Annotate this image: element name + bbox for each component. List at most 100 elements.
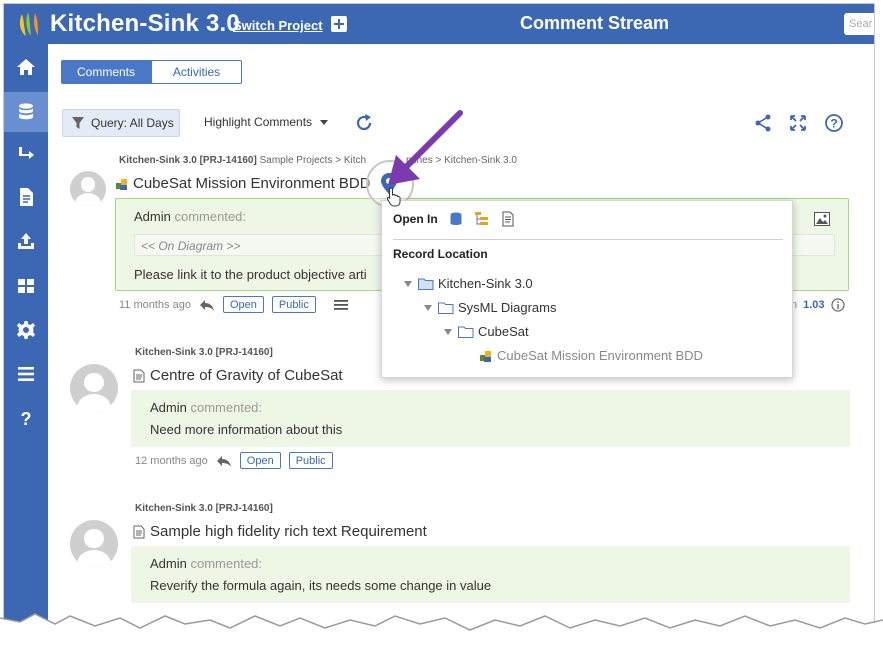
tree-node-folder[interactable]: CubeSat (444, 324, 529, 339)
tab-activities[interactable]: Activities (151, 60, 242, 84)
breadcrumb-project[interactable]: Kitchen-Sink 3.0 [PRJ-14160] (135, 503, 273, 514)
tab-comments[interactable]: Comments (61, 60, 151, 84)
share-icon[interactable] (753, 113, 773, 133)
expand-triangle-icon[interactable] (444, 328, 452, 335)
comment-time: 12 months ago (135, 454, 208, 467)
tree-node-label: SysML Diagrams (458, 300, 557, 315)
document-icon[interactable] (500, 211, 516, 227)
tree-node-diagram[interactable]: CubeSat Mission Environment BDD (479, 348, 703, 363)
version-info: n 1.03 (791, 298, 845, 312)
comment-text: Please link it to the product objective … (134, 267, 367, 282)
item-title[interactable]: Sample high fidelity rich text Requireme… (132, 523, 427, 540)
breadcrumb-path[interactable]: Sample Projects > Kitch (260, 155, 366, 166)
author-name: Admin (150, 400, 187, 415)
tree-node-label: Kitchen-Sink 3.0 (438, 276, 533, 291)
expand-triangle-icon[interactable] (404, 280, 412, 287)
switch-project-link[interactable]: Switch Project (233, 18, 323, 33)
sidebar-item-settings[interactable] (4, 310, 48, 350)
avatar (70, 364, 118, 412)
info-icon[interactable] (830, 298, 845, 312)
upload-icon (18, 233, 34, 249)
comment-action: commented: (190, 556, 263, 571)
comment-time: 11 months ago (119, 298, 191, 311)
visibility-badge[interactable]: Public (288, 452, 333, 469)
app-window: Kitchen-Sink 3.0 Switch Project Comment … (3, 3, 875, 643)
trace-arrow-icon (19, 147, 34, 159)
record-location-label: Record Location (393, 247, 488, 261)
comment-box (131, 546, 850, 603)
breadcrumb-project[interactable]: Kitchen-Sink 3.0 [PRJ-14160] (135, 347, 273, 358)
sidebar: ? (4, 44, 48, 642)
open-in-label: Open In (393, 212, 438, 226)
search-input[interactable]: Sear (844, 13, 874, 35)
query-filter-button[interactable]: Query: All Days (62, 109, 180, 137)
status-badge[interactable]: Open (239, 452, 281, 469)
sidebar-item-document[interactable] (4, 177, 48, 217)
query-label: Query: All Days (91, 116, 174, 130)
reply-icon[interactable] (216, 454, 232, 468)
divider (393, 239, 783, 240)
item-title-text: CubeSat Mission Environment BDD (133, 175, 371, 192)
comment-author: Admin commented: (150, 556, 262, 571)
torn-edge-decoration (0, 600, 883, 646)
filter-icon (72, 117, 84, 129)
comment-author: Admin commented: (134, 209, 246, 224)
highlight-comments-dropdown[interactable]: Highlight Comments (204, 115, 329, 129)
sidebar-item-menu[interactable] (4, 354, 48, 394)
sidebar-item-dashboard[interactable] (4, 266, 48, 306)
hand-cursor-icon (386, 187, 401, 207)
breadcrumb: Kitchen-Sink 3.0 [PRJ-14160] (135, 347, 273, 358)
menu-icon (18, 367, 34, 381)
add-icon[interactable] (331, 16, 347, 32)
chevron-down-icon (320, 119, 329, 125)
help-circle-icon[interactable]: ? (824, 113, 844, 133)
expand-icon[interactable] (788, 113, 808, 133)
bdd-diagram-icon (480, 350, 491, 362)
view-tabs: Comments Activities (61, 60, 242, 84)
sidebar-item-database[interactable] (4, 92, 48, 132)
requirement-doc-icon (133, 369, 145, 382)
comment-meta: 12 months ago Open Public (135, 452, 333, 469)
folder-icon (438, 302, 454, 314)
version-number[interactable]: 1.03 (803, 299, 824, 311)
tree-view-icon[interactable] (474, 211, 490, 227)
open-in-row: Open In (393, 211, 516, 227)
folder-open-icon (418, 278, 434, 290)
database-icon[interactable] (448, 211, 464, 227)
visibility-badge[interactable]: Public (271, 296, 316, 313)
status-badge[interactable]: Open (222, 296, 264, 313)
breadcrumb: Kitchen-Sink 3.0 [PRJ-14160] (135, 503, 273, 514)
image-icon[interactable] (814, 212, 830, 226)
menu-icon[interactable] (333, 299, 348, 311)
home-icon (17, 59, 35, 75)
comment-action: commented: (190, 400, 263, 415)
item-title[interactable]: CubeSat Mission Environment BDD (115, 175, 371, 192)
page-title: Comment Stream (520, 13, 670, 33)
comment-meta: 11 months ago Open Public (119, 296, 348, 313)
expand-triangle-icon[interactable] (424, 304, 432, 311)
comment-text: Reverify the formula again, its needs so… (150, 578, 492, 593)
sidebar-item-help[interactable]: ? (4, 398, 48, 438)
refresh-icon[interactable] (353, 112, 375, 134)
gear-icon (17, 321, 35, 339)
breadcrumb-project[interactable]: Kitchen-Sink 3.0 [PRJ-14160] (119, 155, 257, 166)
record-location-popup: Open In Record Location Kitchen-Sink 3.0… (381, 200, 793, 378)
item-title-text: Sample high fidelity rich text Requireme… (150, 523, 427, 540)
item-title[interactable]: Centre of Gravity of CubeSat (132, 367, 343, 384)
tree-node-folder[interactable]: SysML Diagrams (424, 300, 556, 315)
database-icon (19, 103, 33, 120)
author-name: Admin (134, 209, 171, 224)
sidebar-item-trace[interactable] (4, 133, 48, 173)
svg-text:?: ? (21, 409, 32, 428)
avatar (70, 520, 118, 568)
sidebar-item-home[interactable] (4, 47, 48, 87)
sidebar-item-upload[interactable] (4, 221, 48, 261)
project-title: Kitchen-Sink 3.0 (50, 10, 240, 37)
comment-action: commented: (174, 209, 247, 224)
tree-node-project[interactable]: Kitchen-Sink 3.0 (404, 276, 533, 291)
reply-icon[interactable] (199, 298, 215, 312)
author-name: Admin (150, 556, 187, 571)
comment-text: Need more information about this (150, 422, 343, 437)
annotation-arrow (388, 110, 463, 185)
app-logo[interactable] (16, 10, 44, 38)
